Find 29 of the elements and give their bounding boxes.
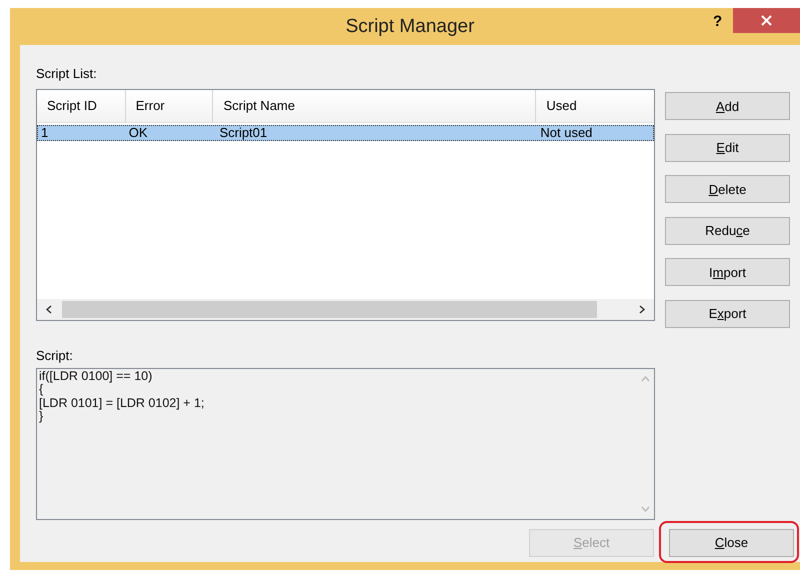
action-button[interactable]: Reduce: [665, 216, 790, 245]
script-field[interactable]: if([LDR 0100] == 10) { [LDR 0101] = [LDR 0102] + 1; }: [36, 368, 655, 520]
column-header[interactable]: Script Name: [213, 90, 536, 122]
close-icon: [761, 15, 772, 26]
table-cell-text: Not used: [539, 125, 594, 141]
scroll-up-icon[interactable]: [641, 374, 650, 384]
close-button[interactable]: [733, 8, 800, 33]
column-header[interactable]: Used: [536, 90, 654, 122]
section-label: Script List:: [36, 66, 97, 83]
action-button[interactable]: Edit: [665, 134, 790, 162]
table-cell-text: OK: [128, 125, 149, 141]
action-button[interactable]: Export: [665, 300, 790, 328]
column-header[interactable]: Error: [126, 90, 214, 122]
column-header[interactable]: Script ID: [37, 90, 126, 122]
action-button[interactable]: Add: [665, 92, 790, 120]
section-label: Script:: [36, 348, 73, 365]
action-button[interactable]: Delete: [665, 175, 790, 204]
window-title: Script Manager: [346, 16, 474, 38]
table-cell-text: Script01: [218, 125, 268, 141]
script-text: if([LDR 0100] == 10) { [LDR 0101] = [LDR 0102] + 1; }: [38, 368, 206, 425]
scrollbar-thumb[interactable]: [62, 301, 597, 318]
action-button[interactable]: Import: [665, 258, 790, 286]
table-cell-text: 1: [40, 125, 50, 141]
help-button[interactable]: ?: [713, 13, 722, 30]
scroll-right-icon[interactable]: [637, 305, 646, 314]
scroll-left-icon[interactable]: [45, 305, 54, 314]
table-row[interactable]: 1 OK Script01 Not used: [37, 125, 654, 141]
dialog-button[interactable]: Close: [669, 528, 794, 557]
horizontal-scrollbar[interactable]: [37, 299, 654, 320]
